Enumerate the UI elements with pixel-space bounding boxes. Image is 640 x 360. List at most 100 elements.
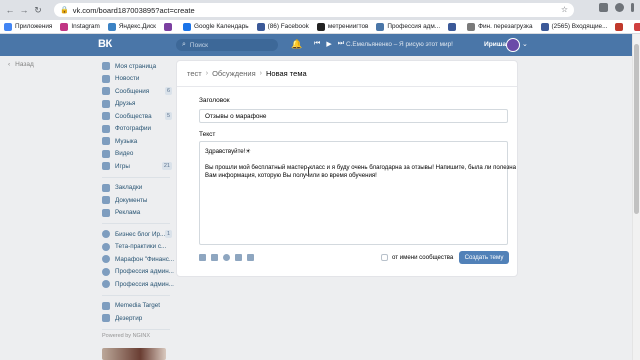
menu-item[interactable]: Видео [102, 148, 172, 161]
bookmark-item[interactable] [163, 22, 175, 31]
vk-header: ВК ⌕ Поиск 🔔 ⏮ ▶ ⏭ С.Емельяненко – Я рис… [0, 34, 632, 56]
menu-item[interactable]: Марафон "Финанс... [102, 253, 174, 266]
bookmark-icon [60, 22, 69, 31]
bookmark-icon [448, 22, 457, 31]
divider [177, 86, 517, 87]
next-track-icon[interactable]: ⏭ [338, 40, 344, 48]
count-badge: 6 [164, 87, 172, 95]
extensions-area [599, 3, 634, 12]
text-field[interactable]: Здравствуйте!☀ Вы прошли мой бесплатный … [199, 141, 516, 245]
menu-item[interactable]: Музыка [102, 135, 172, 148]
chevron-left-icon: ‹ [8, 61, 11, 68]
bookmark-icon [316, 22, 325, 31]
text-cursor [308, 167, 309, 175]
bookmark-item[interactable]: метрениигтов [316, 22, 369, 31]
menu-item-icon [102, 280, 110, 289]
vk-logo[interactable]: ВК [98, 38, 118, 52]
menu-item[interactable]: Сообщества 5 [102, 110, 172, 123]
menu-item[interactable]: Сообщения 6 [102, 85, 172, 98]
bookmark-icon [182, 22, 191, 31]
scroll-thumb[interactable] [634, 44, 639, 214]
ad-banner-image[interactable] [102, 348, 166, 360]
document-icon[interactable] [235, 254, 242, 261]
menu-item[interactable]: Тета-практики с... [102, 241, 172, 254]
community-checkbox[interactable] [381, 254, 388, 261]
menu-item-label: Бизнес блог Ир... [115, 230, 166, 238]
bookmark-item[interactable]: Яндекс.Диск [107, 22, 156, 31]
lock-icon: 🔒 [60, 7, 69, 14]
bookmark-item[interactable]: Приложения [4, 22, 52, 31]
bookmark-star-icon[interactable]: ☆ [561, 5, 568, 14]
menu-item[interactable]: Профессия админ... [102, 266, 174, 279]
notifications-bell-icon[interactable]: 🔔 [291, 39, 302, 50]
video-icon[interactable] [211, 254, 218, 261]
menu-divider [102, 294, 170, 296]
bookmark-item[interactable] [448, 22, 459, 31]
menu-item[interactable]: Memedia Target [102, 300, 172, 313]
bookmark-label: метрениигтов [327, 23, 369, 30]
menu-item-icon [102, 183, 110, 192]
menu-item-label: Сообщения [115, 87, 150, 95]
music-icon[interactable] [223, 254, 230, 261]
menu-item-label: Дезертир [115, 314, 143, 322]
breadcrumb-section[interactable]: Обсуждения [212, 69, 256, 78]
menu-item[interactable]: Фотографии [102, 123, 172, 136]
avatar[interactable] [506, 38, 520, 52]
create-topic-button[interactable]: Создать тему [459, 251, 509, 264]
back-link[interactable]: ‹ Назад [8, 61, 34, 68]
text-line [205, 156, 502, 164]
chevron-down-icon[interactable]: ⌄ [522, 40, 528, 48]
page-scrollbar[interactable] [632, 34, 640, 360]
menu-item-icon [102, 230, 110, 239]
text-line: Вам информация, которую Вы получили во в… [205, 172, 377, 179]
menu-item-icon [102, 62, 110, 71]
current-track-title[interactable]: С.Емельяненко – Я рисую этот мир! [346, 41, 453, 48]
menu-item-icon [102, 267, 110, 276]
forward-arrow-icon[interactable]: → [18, 4, 30, 16]
bookmark-label: Instagram [71, 23, 100, 30]
menu-item[interactable]: Бизнес блог Ир... 1 [102, 228, 172, 241]
bookmark-item[interactable]: Фин. перезагрузка [467, 22, 533, 31]
prev-track-icon[interactable]: ⏮ [314, 40, 320, 48]
menu-item-icon [102, 149, 110, 158]
bookmark-item[interactable]: Google Календарь [182, 22, 249, 31]
bookmark-item[interactable]: (86) Facebook [256, 22, 309, 31]
user-name[interactable]: Ириша [484, 41, 506, 48]
menu-item-icon [102, 301, 110, 310]
breadcrumb-group[interactable]: тест [187, 69, 202, 78]
menu-item[interactable]: Профессия админ... [102, 278, 174, 291]
bookmark-item[interactable]: Профессия адм... [376, 22, 440, 31]
menu-item[interactable]: Друзья [102, 98, 172, 111]
chevron-right-icon: › [259, 70, 262, 77]
menu-item[interactable]: Реклама [102, 207, 172, 220]
menu-item[interactable]: Игры 21 [102, 160, 172, 173]
play-icon[interactable]: ▶ [326, 40, 331, 48]
bookmarks-bar: Приложения Instagram Яндекс.Диск Google Кал… [0, 20, 640, 34]
bookmark-item[interactable] [615, 22, 626, 31]
menu-item[interactable]: Документы [102, 194, 172, 207]
reload-icon[interactable]: ↻ [32, 4, 44, 16]
poll-icon[interactable] [247, 254, 254, 261]
menu-item[interactable]: Закладки [102, 182, 172, 195]
extension-icon[interactable] [599, 3, 608, 12]
menu-item-label: Реклама [115, 209, 141, 217]
menu-item[interactable]: Дезертир [102, 312, 172, 325]
bookmark-item[interactable]: Instagram [60, 22, 100, 31]
title-value: Отзывы о марафоне [205, 112, 267, 120]
menu-item-icon [102, 74, 110, 83]
back-arrow-icon[interactable]: ← [4, 4, 16, 16]
community-checkbox-row[interactable]: от имени сообщества [381, 254, 453, 261]
camera-icon[interactable] [199, 254, 206, 261]
bookmark-item[interactable]: (2565) Входящие... [540, 22, 607, 31]
profile-icon[interactable] [615, 3, 624, 12]
bookmark-item[interactable]: моника [634, 22, 640, 31]
search-input[interactable]: ⌕ Поиск [176, 39, 278, 51]
address-bar[interactable]: 🔒 vk.com/board187003895?act=create ☆ [54, 3, 574, 17]
menu-item-icon [102, 87, 110, 96]
menu-item[interactable]: Новости [102, 73, 172, 86]
menu-item-label: Игры [115, 162, 130, 170]
menu-dots-icon[interactable] [631, 3, 634, 12]
menu-item[interactable]: Моя страница [102, 60, 172, 73]
bookmark-icon [634, 22, 640, 31]
title-field[interactable]: Отзывы о марафоне [199, 109, 508, 123]
